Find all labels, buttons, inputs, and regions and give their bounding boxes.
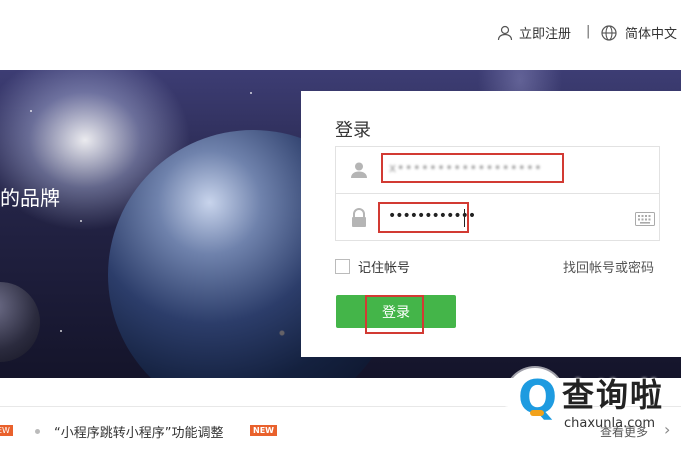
keyboard-icon[interactable] (635, 211, 655, 230)
watermark-logo-letter: Q (518, 370, 558, 424)
header-separator: | (586, 24, 591, 39)
text-cursor (464, 209, 465, 227)
star (250, 92, 252, 94)
hero-tagline: 的品牌 (0, 186, 60, 210)
remember-checkbox[interactable] (335, 259, 350, 274)
top-bar: 立即注册 | 简体中文 (0, 0, 681, 70)
user-icon (350, 161, 368, 183)
news-item-link[interactable]: “小程序跳转小程序”功能调整 (54, 422, 223, 441)
password-value: •••••••••••• (388, 208, 476, 224)
star (80, 220, 82, 222)
bullet-dot (35, 429, 40, 434)
login-title: 登录 (335, 120, 371, 141)
watermark: Q 查询啦 chaxunla.com (500, 366, 681, 446)
new-badge: NEW (0, 425, 13, 436)
lock-icon (350, 208, 368, 232)
globe-icon (601, 24, 617, 41)
language-label: 简体中文 (625, 27, 678, 42)
register-link[interactable]: 立即注册 (497, 23, 571, 42)
register-label: 立即注册 (519, 27, 572, 42)
login-button-highlight (365, 295, 424, 334)
login-card: 登录 x•••••••••••••••••• •••••••••••• 记住帐号… (301, 91, 681, 357)
watermark-logo: Q (506, 368, 564, 426)
star (30, 110, 32, 112)
new-badge: NEW (250, 425, 277, 436)
password-input-highlight[interactable]: •••••••••••• (378, 202, 476, 233)
star (60, 330, 62, 332)
language-selector[interactable]: 简体中文 (601, 23, 677, 42)
user-icon (497, 25, 513, 41)
username-input-highlight[interactable]: x•••••••••••••••••• (381, 153, 564, 183)
watermark-subtitle: chaxunla.com (564, 416, 655, 431)
remember-label: 记住帐号 (358, 261, 411, 276)
forgot-password-link[interactable]: 找回帐号或密码 (563, 257, 654, 276)
watermark-title: 查询啦 (562, 376, 665, 414)
moon-image (0, 282, 40, 362)
remember-account[interactable]: 记住帐号 (335, 257, 410, 276)
username-value: x•••••••••••••••••• (389, 161, 543, 175)
